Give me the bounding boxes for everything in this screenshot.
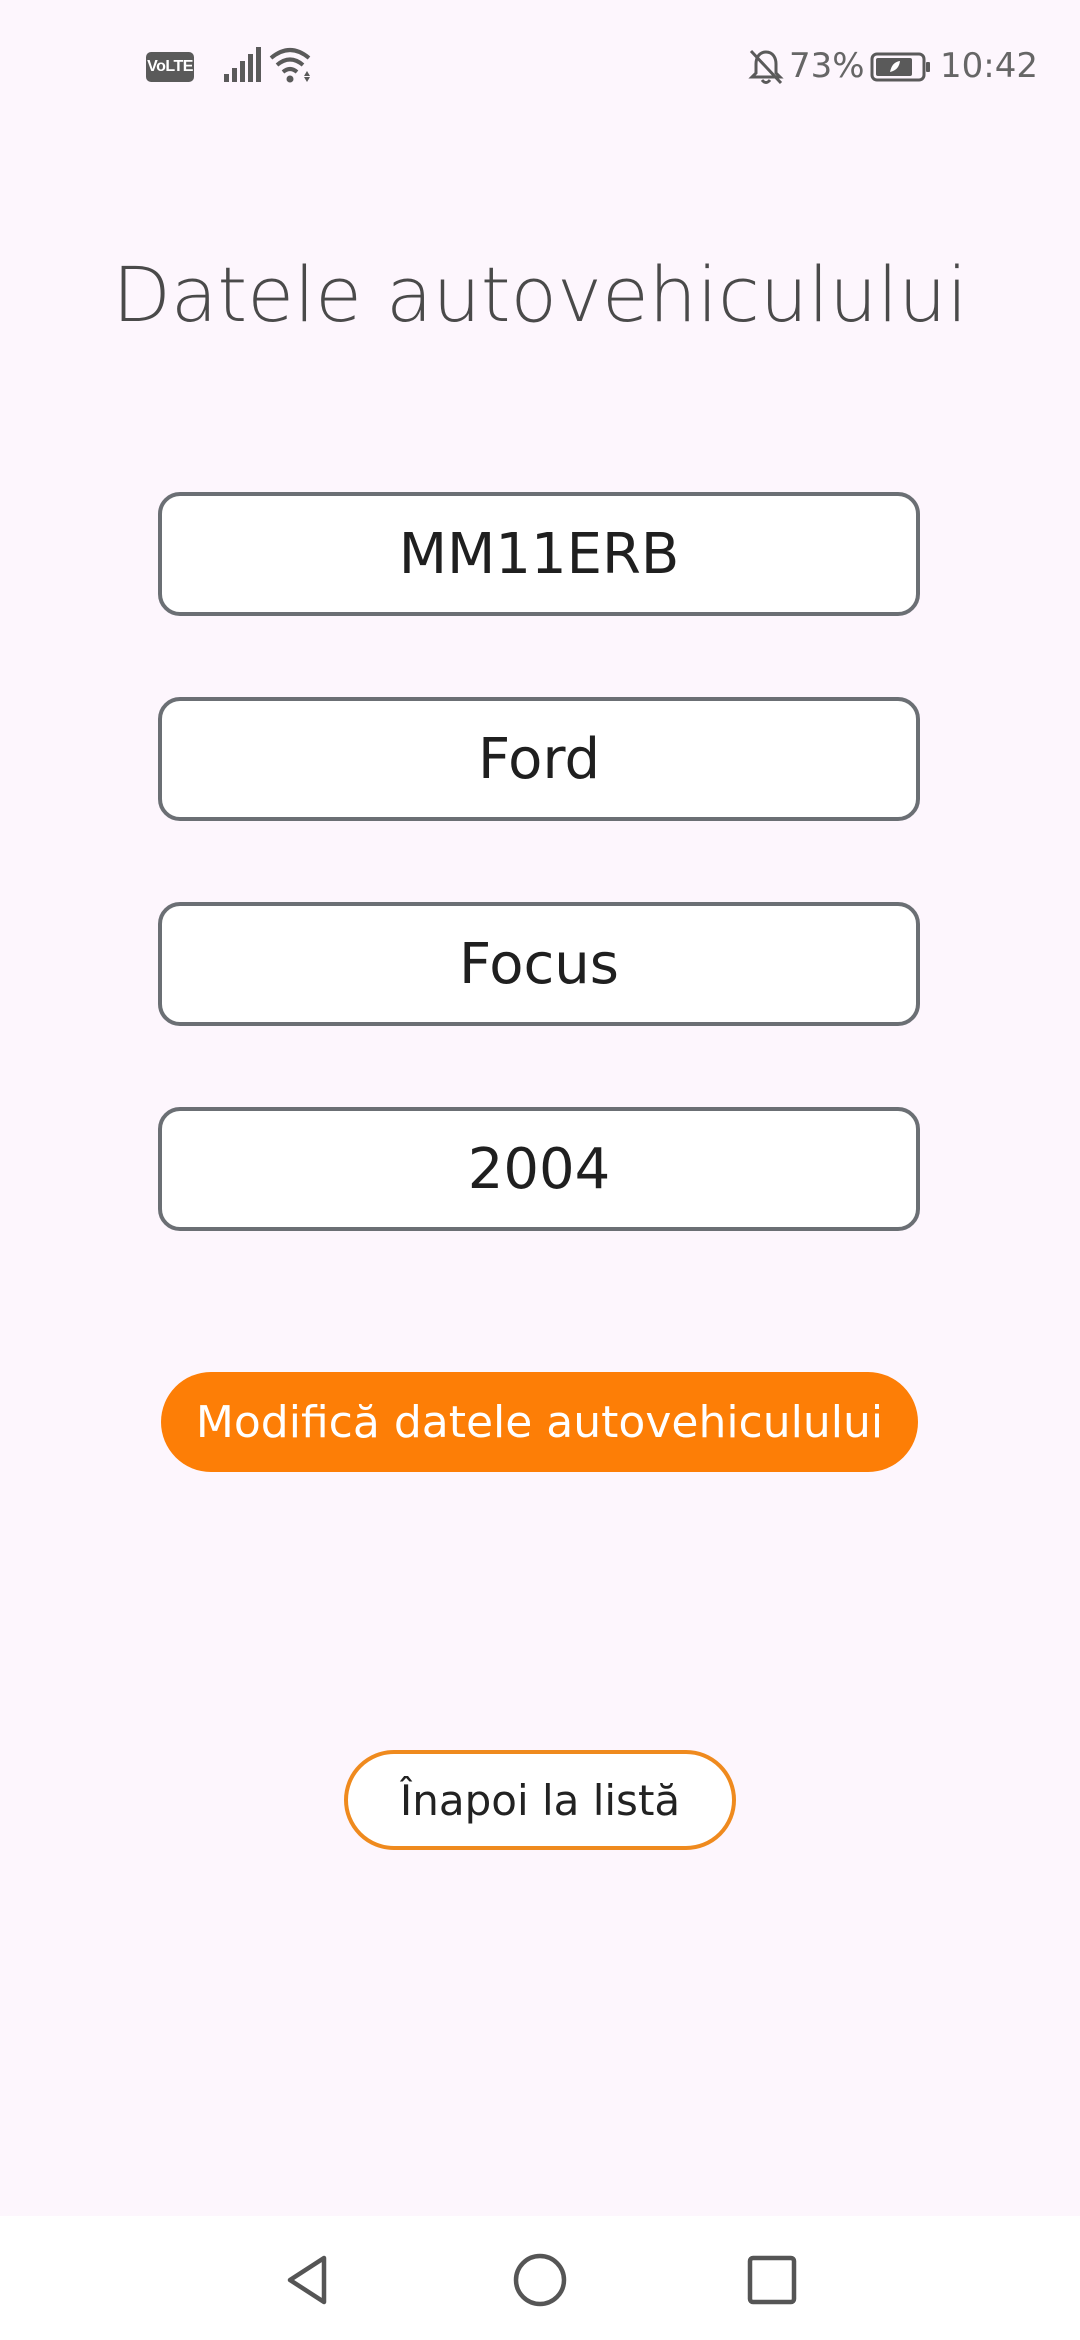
back-to-list-button[interactable]: Înapoi la listă <box>344 1750 736 1850</box>
recents-square-icon[interactable] <box>744 2252 800 2308</box>
modify-vehicle-button[interactable]: Modifică datele autovehiculului <box>161 1372 918 1472</box>
model-field[interactable]: Focus <box>158 902 920 1026</box>
bell-muted-icon <box>748 49 784 85</box>
battery-icon <box>870 52 930 82</box>
clock: 10:42 <box>940 46 1038 86</box>
status-bar: VoLTE 73% 10:42 <box>0 0 1080 130</box>
signal-icon <box>224 47 261 82</box>
year-field[interactable]: 2004 <box>158 1107 920 1231</box>
battery-percent: 73% <box>789 46 865 86</box>
make-field[interactable]: Ford <box>158 697 920 821</box>
navigation-bar <box>0 2216 1080 2340</box>
wifi-icon <box>269 48 311 83</box>
page-title: Datele autovehiculului <box>112 250 968 339</box>
plate-field[interactable]: MM11ERB <box>158 492 920 616</box>
back-triangle-icon[interactable] <box>280 2252 336 2308</box>
home-circle-icon[interactable] <box>512 2252 568 2308</box>
volte-icon: VoLTE <box>146 52 194 82</box>
